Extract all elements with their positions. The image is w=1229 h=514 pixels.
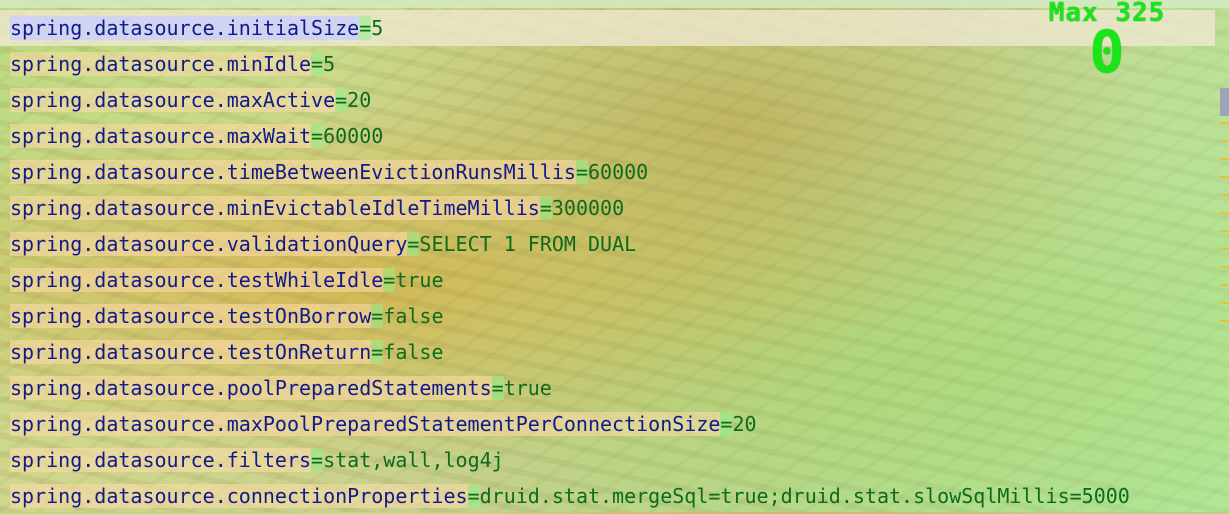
property-value: 60000 xyxy=(587,160,649,184)
equals-sign: = xyxy=(311,124,324,148)
property-value: 60000 xyxy=(323,124,384,148)
property-key: spring.datasource.connectionProperties xyxy=(10,484,468,508)
property-key: spring.datasource.testOnReturn xyxy=(10,340,372,364)
property-value: druid.stat.mergeSql=true;druid.stat.slow… xyxy=(479,484,1130,508)
property-key: spring.datasource.validationQuery xyxy=(10,232,408,256)
editor-line[interactable]: spring.datasource.minEvictableIdleTimeMi… xyxy=(0,190,1215,226)
scroll-marker xyxy=(1220,158,1229,160)
equals-sign: = xyxy=(407,232,420,256)
property-key: spring.datasource.maxPoolPreparedStateme… xyxy=(10,412,721,436)
property-key: spring.datasource.minEvictableIdleTimeMi… xyxy=(10,196,540,220)
equals-sign: = xyxy=(383,268,396,292)
editor-line[interactable]: spring.datasource.maxPoolPreparedStateme… xyxy=(0,406,1215,442)
scroll-marker xyxy=(1220,248,1229,250)
equals-sign: = xyxy=(311,448,324,472)
property-value: true xyxy=(395,268,444,292)
property-value: false xyxy=(383,340,444,364)
property-value: 20 xyxy=(732,412,757,436)
properties-editor[interactable]: spring.datasource.initialSize=5 spring.d… xyxy=(0,10,1215,514)
property-key: spring.datasource.maxActive xyxy=(10,88,336,112)
editor-line[interactable]: spring.datasource.validationQuery=SELECT… xyxy=(0,226,1215,262)
property-value: true xyxy=(503,376,552,400)
editor-line[interactable]: spring.datasource.timeBetweenEvictionRun… xyxy=(0,154,1215,190)
property-key: spring.datasource.testOnBorrow xyxy=(10,304,372,328)
property-value: 20 xyxy=(347,88,372,112)
property-key: spring.datasource.initialSize xyxy=(10,16,360,40)
scroll-marker xyxy=(1220,194,1229,196)
scroll-marker xyxy=(1220,284,1229,286)
property-key: spring.datasource.maxWait xyxy=(10,124,312,148)
scroll-marker xyxy=(1220,230,1229,232)
scroll-marker xyxy=(1220,140,1229,142)
scroll-marker xyxy=(1220,320,1229,322)
hud-overlay: Max 325 0 xyxy=(1019,0,1195,86)
equals-sign: = xyxy=(371,340,384,364)
property-key: spring.datasource.filters xyxy=(10,448,312,472)
editor-line[interactable]: spring.datasource.testOnBorrow=false xyxy=(0,298,1215,334)
property-key: spring.datasource.timeBetweenEvictionRun… xyxy=(10,160,576,184)
equals-sign: = xyxy=(335,88,348,112)
equals-sign: = xyxy=(575,160,588,184)
scroll-marker xyxy=(1220,176,1229,178)
editor-line[interactable]: spring.datasource.maxWait=60000 xyxy=(0,118,1215,154)
property-key: spring.datasource.poolPreparedStatements xyxy=(10,376,492,400)
editor-line[interactable]: spring.datasource.connectionProperties=d… xyxy=(0,478,1215,514)
editor-line[interactable]: spring.datasource.testWhileIdle=true xyxy=(0,262,1215,298)
editor-line[interactable]: spring.datasource.poolPreparedStatements… xyxy=(0,370,1215,406)
equals-sign: = xyxy=(359,16,372,40)
scroll-marker xyxy=(1220,266,1229,268)
editor-line[interactable]: spring.datasource.maxActive=20 xyxy=(0,82,1215,118)
property-value: stat,wall,log4j xyxy=(323,448,504,472)
scrollbar-thumb[interactable] xyxy=(1220,88,1229,116)
equals-sign: = xyxy=(311,52,324,76)
property-value: 300000 xyxy=(551,196,625,220)
property-key: spring.datasource.testWhileIdle xyxy=(10,268,384,292)
property-value: SELECT 1 FROM DUAL xyxy=(419,232,637,256)
scroll-marker xyxy=(1220,212,1229,214)
scroll-marker xyxy=(1220,302,1229,304)
equals-sign: = xyxy=(720,412,733,436)
scrollbar[interactable] xyxy=(1219,88,1229,358)
hud-counter: 0 xyxy=(1089,18,1125,86)
scroll-marker xyxy=(1220,122,1229,124)
editor-line[interactable]: spring.datasource.filters=stat,wall,log4… xyxy=(0,442,1215,478)
property-key: spring.datasource.minIdle xyxy=(10,52,312,76)
equals-sign: = xyxy=(491,376,504,400)
equals-sign: = xyxy=(371,304,384,328)
property-value: false xyxy=(383,304,444,328)
property-value: 5 xyxy=(371,16,384,40)
editor-line[interactable]: spring.datasource.testOnReturn=false xyxy=(0,334,1215,370)
equals-sign: = xyxy=(539,196,552,220)
equals-sign: = xyxy=(467,484,480,508)
property-value: 5 xyxy=(323,52,336,76)
